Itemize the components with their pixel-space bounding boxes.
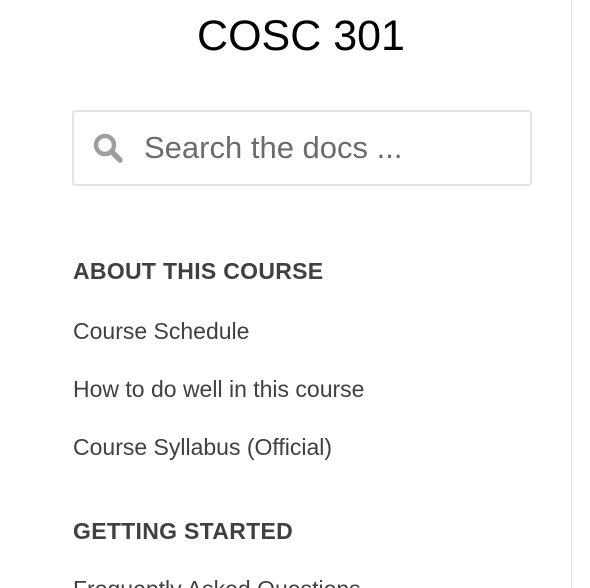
sidebar: COSC 301 ABOUT THIS COURSE Course Schedu…	[0, 0, 572, 588]
nav-link-how-to-do-well[interactable]: How to do well in this course	[73, 376, 364, 403]
search-box[interactable]	[72, 110, 532, 186]
nav-link-faq[interactable]: Frequently Asked Questions	[73, 576, 361, 588]
nav-link-course-syllabus[interactable]: Course Syllabus (Official)	[73, 434, 332, 461]
search-input[interactable]	[144, 122, 514, 174]
page: COSC 301 ABOUT THIS COURSE Course Schedu…	[0, 0, 590, 588]
site-title-link[interactable]: COSC 301	[0, 12, 590, 61]
nav-section-getting-started-heading: GETTING STARTED	[73, 518, 294, 544]
nav-section-about-heading: ABOUT THIS COURSE	[73, 258, 324, 284]
search-icon	[92, 132, 124, 164]
nav-link-course-schedule[interactable]: Course Schedule	[73, 318, 249, 345]
